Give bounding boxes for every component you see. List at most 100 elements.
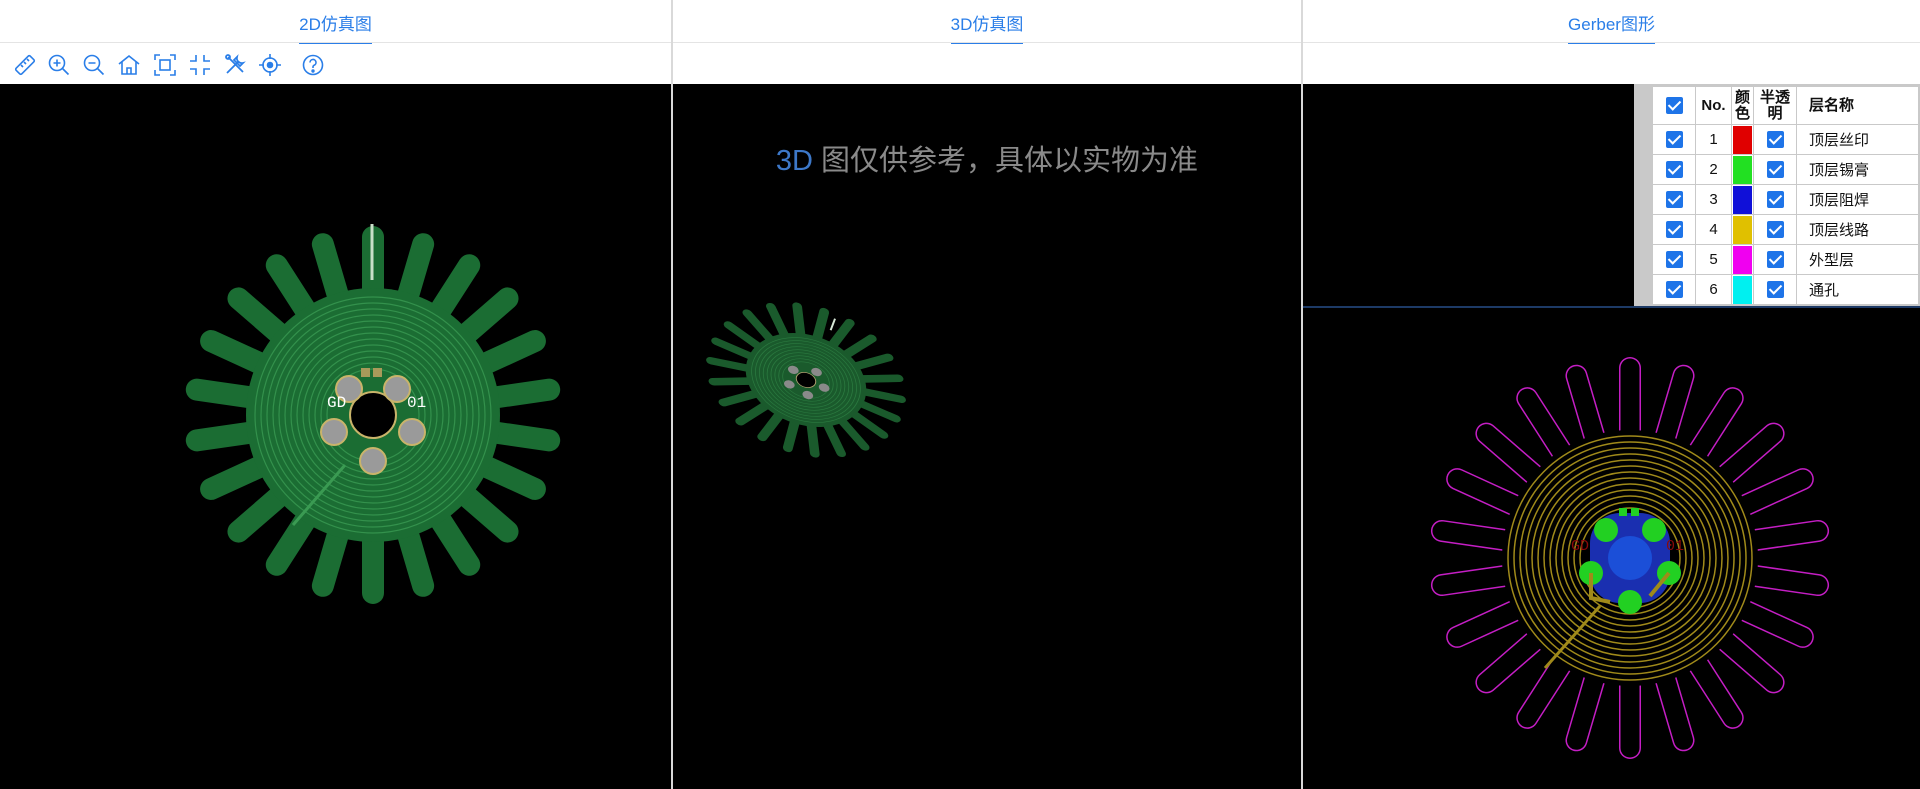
layer-color-swatch[interactable] bbox=[1733, 275, 1752, 304]
outline-tooth-inner bbox=[1714, 629, 1784, 692]
layer-number: 3 bbox=[1695, 184, 1732, 215]
layer-name: 顶层锡膏 bbox=[1796, 154, 1919, 185]
outline-tooth-inner bbox=[1432, 521, 1517, 550]
layer-name: 顶层阻焊 bbox=[1796, 184, 1919, 215]
help-icon[interactable] bbox=[300, 52, 326, 78]
gerber-label-right: 01 bbox=[1666, 538, 1684, 555]
layer-translucent-checkbox[interactable] bbox=[1766, 191, 1784, 209]
outline-tooth-inner bbox=[1655, 366, 1694, 449]
gerber-divider bbox=[1303, 306, 1920, 308]
layer-row[interactable]: 3 顶层阻焊 bbox=[1652, 184, 1919, 215]
pcb-2d-render: GD 01 bbox=[185, 224, 561, 604]
layer-color-swatch[interactable] bbox=[1733, 215, 1752, 244]
viewer-2d-canvas[interactable]: GD 01 bbox=[0, 84, 671, 789]
layer-translucent-cell bbox=[1753, 244, 1797, 275]
select-all-cell bbox=[1652, 86, 1696, 125]
header-translucent: 半透明 bbox=[1753, 86, 1797, 125]
layer-color-cell bbox=[1731, 244, 1754, 275]
outline-tooth-inner bbox=[1655, 667, 1694, 750]
smd-pad bbox=[373, 368, 382, 377]
home-icon[interactable] bbox=[116, 52, 142, 78]
layer-visible-cell bbox=[1652, 124, 1696, 155]
layer-translucent-cell bbox=[1753, 214, 1797, 245]
layer-translucent-cell bbox=[1753, 124, 1797, 155]
panel-3d-simulation: 3D仿真图 3D 图仅供参考，具体以实物为准 bbox=[673, 0, 1301, 789]
outline-tooth-inner bbox=[1733, 600, 1813, 647]
layer-translucent-checkbox[interactable] bbox=[1766, 251, 1784, 269]
outline-tooth-inner bbox=[1432, 566, 1517, 595]
layer-visible-checkbox[interactable] bbox=[1665, 131, 1683, 149]
gerber-pad bbox=[1642, 518, 1666, 542]
outline-tooth-inner bbox=[1714, 424, 1784, 487]
layer-row[interactable]: 4 顶层线路 bbox=[1652, 214, 1919, 245]
layer-name: 通孔 bbox=[1796, 274, 1919, 305]
exit-fullscreen-icon[interactable] bbox=[187, 52, 213, 78]
layer-color-swatch[interactable] bbox=[1733, 185, 1752, 214]
layer-number: 5 bbox=[1695, 244, 1732, 275]
locate-target-icon[interactable] bbox=[257, 52, 283, 78]
outline-tooth-inner bbox=[1566, 366, 1605, 449]
layer-visible-cell bbox=[1652, 214, 1696, 245]
header-layer-name: 层名称 bbox=[1796, 86, 1919, 125]
outline-tooth-inner bbox=[1566, 667, 1605, 750]
layer-name: 外型层 bbox=[1796, 244, 1919, 275]
layer-visible-cell bbox=[1652, 274, 1696, 305]
tab-gerber-graphics[interactable]: Gerber图形 bbox=[1568, 10, 1655, 45]
panel-gerber: Gerber图形 GD 01 No. 颜色 半透明 层名称 1 顶层丝印 2 顶… bbox=[1303, 0, 1920, 789]
layer-color-cell bbox=[1731, 154, 1754, 185]
viewer-3d-canvas[interactable] bbox=[673, 84, 1301, 789]
zoom-out-icon[interactable] bbox=[81, 52, 107, 78]
measure-ruler-icon[interactable] bbox=[12, 52, 38, 78]
layer-number: 6 bbox=[1695, 274, 1732, 305]
board-label-left: GD bbox=[327, 394, 346, 412]
3d-reference-note: 3D 图仅供参考，具体以实物为准 bbox=[673, 137, 1301, 179]
layer-visible-checkbox[interactable] bbox=[1665, 161, 1683, 179]
layer-color-swatch[interactable] bbox=[1733, 125, 1752, 154]
layer-name: 顶层线路 bbox=[1796, 214, 1919, 245]
select-all-checkbox[interactable] bbox=[1665, 97, 1683, 114]
board-3d-group bbox=[706, 302, 906, 458]
layer-color-cell bbox=[1731, 184, 1754, 215]
toolbar-3d-empty bbox=[673, 44, 1301, 84]
tab-3d-simulation[interactable]: 3D仿真图 bbox=[950, 10, 1024, 45]
gerber-smd bbox=[1631, 508, 1639, 516]
pcb-3d-render bbox=[706, 302, 906, 458]
tab-2d-simulation[interactable]: 2D仿真图 bbox=[299, 10, 372, 45]
silk-mark-3d bbox=[829, 318, 836, 331]
layer-name: 顶层丝印 bbox=[1796, 124, 1919, 155]
gerber-pad bbox=[1594, 518, 1618, 542]
panel-2d-simulation: 2D仿真图 GD 01 bbox=[0, 0, 671, 789]
layer-row[interactable]: 1 顶层丝印 bbox=[1652, 124, 1919, 155]
toolbar-gerber-empty bbox=[1303, 44, 1920, 84]
layer-color-cell bbox=[1731, 274, 1754, 305]
layer-color-swatch[interactable] bbox=[1733, 245, 1752, 274]
layer-table: No. 颜色 半透明 层名称 1 顶层丝印 2 顶层锡膏 3 顶层阻焊 4 顶层线路 5 外型层 6… bbox=[1652, 86, 1919, 305]
layer-visible-checkbox[interactable] bbox=[1665, 251, 1683, 269]
layer-visible-checkbox[interactable] bbox=[1665, 281, 1683, 299]
layer-row[interactable]: 2 顶层锡膏 bbox=[1652, 154, 1919, 185]
layer-visible-checkbox[interactable] bbox=[1665, 191, 1683, 209]
layer-translucent-checkbox[interactable] bbox=[1766, 221, 1784, 239]
outline-tooth-inner bbox=[1447, 469, 1527, 516]
outline-tooth-inner bbox=[1476, 629, 1546, 692]
layer-visible-cell bbox=[1652, 244, 1696, 275]
layer-row[interactable]: 5 外型层 bbox=[1652, 244, 1919, 275]
layer-translucent-checkbox[interactable] bbox=[1766, 281, 1784, 299]
layer-row[interactable]: 6 通孔 bbox=[1652, 274, 1919, 305]
fit-view-icon[interactable] bbox=[152, 52, 178, 78]
layer-translucent-checkbox[interactable] bbox=[1766, 131, 1784, 149]
pad bbox=[320, 418, 348, 446]
layer-visible-checkbox[interactable] bbox=[1665, 221, 1683, 239]
layer-visible-cell bbox=[1652, 154, 1696, 185]
layer-translucent-checkbox[interactable] bbox=[1766, 161, 1784, 179]
outline-tooth-inner bbox=[1743, 521, 1828, 550]
layer-color-cell bbox=[1731, 124, 1754, 155]
zoom-in-icon[interactable] bbox=[46, 52, 72, 78]
tools-icon[interactable] bbox=[222, 52, 248, 78]
tabbar-gerber: Gerber图形 bbox=[1303, 0, 1920, 45]
header-number: No. bbox=[1695, 86, 1732, 125]
note-3d-prefix: 3D bbox=[775, 145, 813, 177]
layer-color-swatch[interactable] bbox=[1733, 155, 1752, 184]
note-3d-text: 图仅供参考，具体以实物为准 bbox=[813, 145, 1199, 177]
gerber-smd bbox=[1619, 508, 1627, 516]
